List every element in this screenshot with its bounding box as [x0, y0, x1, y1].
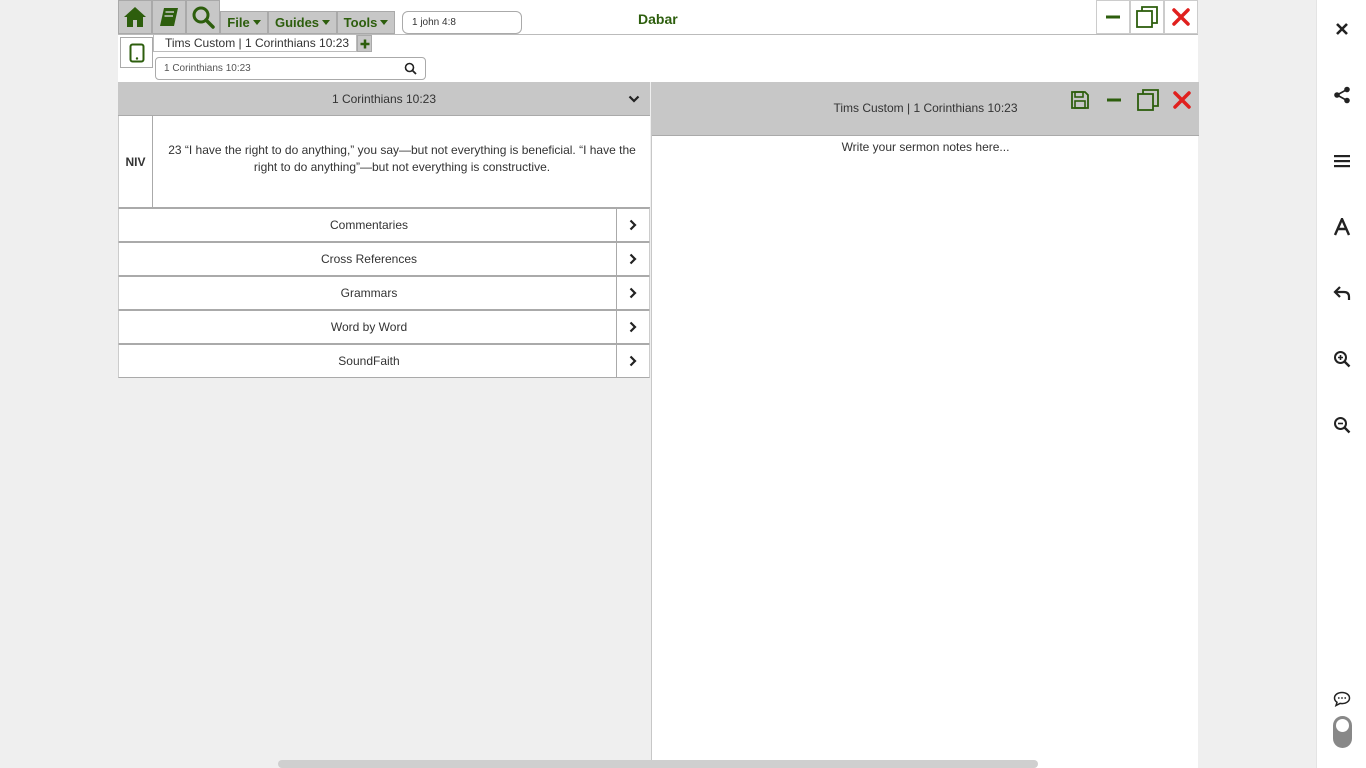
home-icon	[124, 7, 146, 27]
horizontal-scrollbar[interactable]	[278, 760, 1038, 768]
guides-menu-label: Guides	[274, 15, 320, 30]
section-label: Commentaries	[329, 218, 409, 232]
section-grammars[interactable]: Grammars	[118, 276, 650, 310]
font-settings-button[interactable]	[1330, 215, 1354, 239]
app-window: File Guides Tools Dabar	[118, 0, 1199, 768]
restore-pane-button[interactable]	[1131, 84, 1165, 116]
zoom-out-icon	[1334, 417, 1351, 434]
close-window-button[interactable]	[1164, 0, 1198, 34]
toggle-switch[interactable]	[1333, 716, 1352, 748]
tab-bar: Tims Custom | 1 Corinthians 10:23	[118, 35, 1198, 82]
add-tab-button[interactable]	[357, 35, 372, 52]
minimize-icon	[1106, 15, 1120, 19]
save-icon	[1071, 91, 1089, 109]
verse-row: NIV 23 “I have the right to do anything,…	[118, 116, 650, 208]
expand-button[interactable]	[616, 277, 649, 309]
version-label[interactable]: NIV	[119, 116, 153, 207]
section-label: SoundFaith	[338, 354, 400, 368]
passage-search-input[interactable]	[156, 58, 396, 79]
search-icon[interactable]	[404, 62, 417, 75]
close-pane-button[interactable]	[1165, 84, 1199, 116]
undo-icon	[1333, 286, 1351, 300]
library-button[interactable]	[152, 0, 186, 34]
expand-button[interactable]	[616, 345, 649, 377]
expand-button[interactable]	[616, 243, 649, 275]
chevron-right-icon	[629, 321, 637, 333]
passage-search	[155, 57, 426, 80]
zoom-in-icon	[1334, 351, 1351, 368]
chevron-right-icon	[629, 287, 637, 299]
zoom-out-button[interactable]	[1330, 413, 1354, 437]
expand-button[interactable]	[616, 311, 649, 343]
chevron-right-icon	[629, 219, 637, 231]
reference-input[interactable]	[402, 11, 522, 34]
notes-pane: Tims Custom | 1 Corinthians 10:23 Write …	[651, 82, 1199, 768]
minimize-pane-button[interactable]	[1097, 84, 1131, 116]
home-button[interactable]	[118, 0, 152, 34]
magnifier-icon	[192, 6, 215, 29]
search-button[interactable]	[186, 0, 220, 34]
device-view-button[interactable]	[120, 37, 153, 68]
section-label: Word by Word	[330, 320, 408, 334]
verse-reference: 1 Corinthians 10:23	[331, 91, 437, 106]
notes-pane-header: Tims Custom | 1 Corinthians 10:23	[652, 82, 1199, 136]
zoom-in-button[interactable]	[1330, 347, 1354, 371]
restore-icon	[1137, 89, 1159, 111]
font-icon	[1333, 218, 1351, 236]
tablet-icon	[129, 43, 144, 62]
close-icon	[1173, 91, 1191, 109]
section-commentaries[interactable]: Commentaries	[118, 208, 650, 242]
section-word-by-word[interactable]: Word by Word	[118, 310, 650, 344]
verse-pane-header: 1 Corinthians 10:23	[118, 82, 650, 116]
minimize-icon	[1107, 98, 1121, 102]
chat-button[interactable]	[1330, 687, 1354, 711]
section-label: Cross References	[320, 252, 418, 266]
restore-icon	[1136, 6, 1158, 28]
menu-bar: File Guides Tools	[220, 11, 395, 34]
bible-pane: 1 Corinthians 10:23 NIV 23 “I have the r…	[118, 82, 650, 379]
section-label: Grammars	[340, 286, 398, 300]
expand-button[interactable]	[616, 209, 649, 241]
book-icon	[160, 8, 178, 26]
chat-icon	[1333, 691, 1351, 707]
verse-text: 23 “I have the right to do anything,” yo…	[168, 143, 636, 174]
file-menu[interactable]: File	[220, 11, 268, 34]
guides-menu[interactable]: Guides	[268, 11, 337, 34]
file-menu-label: File	[227, 15, 250, 30]
side-toolbar	[1316, 0, 1366, 768]
close-icon	[1172, 8, 1190, 26]
share-icon	[1334, 86, 1350, 104]
close-sidebar-button[interactable]	[1330, 17, 1354, 41]
plus-icon	[360, 39, 369, 48]
save-notes-button[interactable]	[1063, 84, 1097, 116]
tools-menu[interactable]: Tools	[337, 11, 395, 34]
caret-down-icon	[322, 20, 331, 25]
menu-button[interactable]	[1330, 149, 1354, 173]
undo-button[interactable]	[1330, 281, 1354, 305]
caret-down-icon	[252, 20, 261, 25]
caret-down-icon	[380, 20, 389, 25]
chevron-down-icon[interactable]	[628, 94, 640, 104]
hamburger-icon	[1334, 155, 1350, 168]
top-toolbar: File Guides Tools Dabar	[118, 0, 1198, 35]
app-title: Dabar	[638, 11, 678, 27]
sermon-notes-editor[interactable]: Write your sermon notes here...	[652, 140, 1199, 154]
section-cross-references[interactable]: Cross References	[118, 242, 650, 276]
tools-menu-label: Tools	[343, 15, 378, 30]
tab-tims-custom[interactable]: Tims Custom | 1 Corinthians 10:23	[153, 35, 357, 52]
share-button[interactable]	[1330, 83, 1354, 107]
chevron-right-icon	[629, 253, 637, 265]
section-soundfaith[interactable]: SoundFaith	[118, 344, 650, 378]
chevron-right-icon	[629, 355, 637, 367]
close-icon	[1336, 23, 1348, 35]
restore-window-button[interactable]	[1130, 0, 1164, 34]
minimize-window-button[interactable]	[1096, 0, 1130, 34]
